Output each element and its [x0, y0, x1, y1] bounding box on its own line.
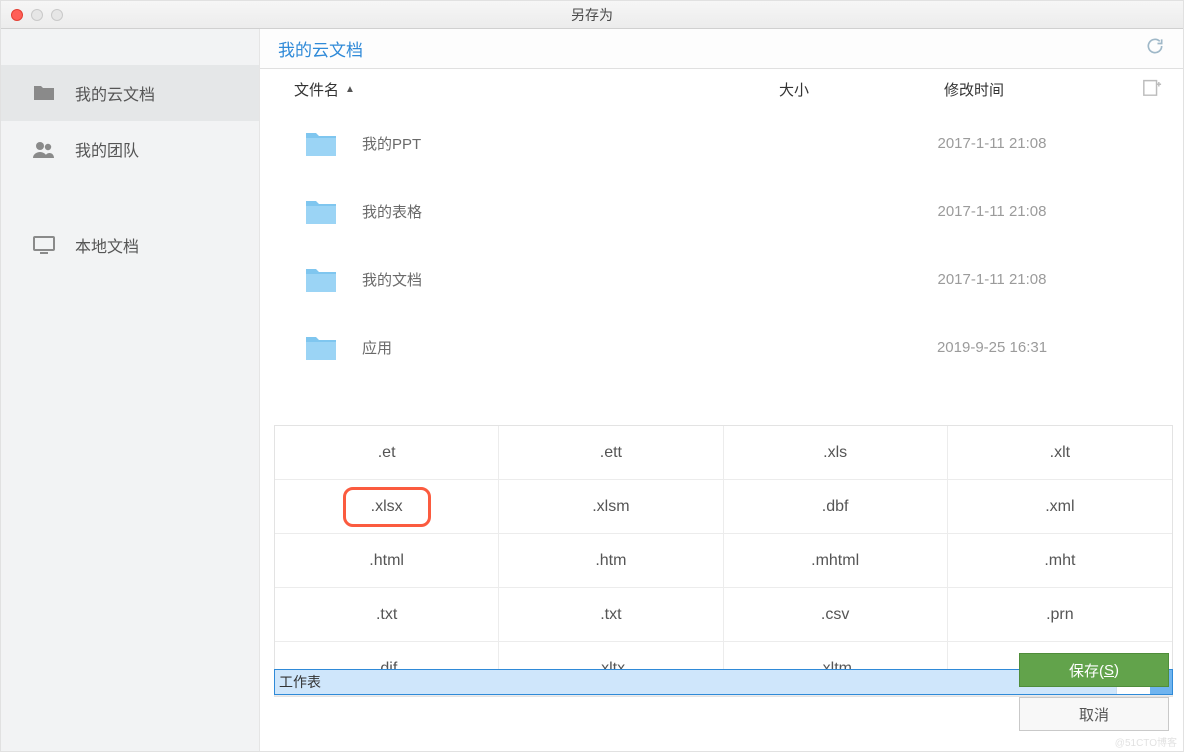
sidebar-item-label: 本地文档 [75, 233, 139, 257]
new-folder-button[interactable] [1141, 77, 1163, 101]
file-type-option[interactable]: .mhtml [724, 534, 948, 588]
save-button[interactable]: 保存(S) [1019, 653, 1169, 687]
file-type-option[interactable]: .ett [499, 426, 723, 480]
refresh-button[interactable] [1145, 36, 1165, 61]
file-name: 我的PPT [362, 133, 742, 154]
file-mtime: 2019-9-25 16:31 [882, 339, 1102, 356]
folder-icon [304, 129, 338, 157]
file-row[interactable]: 应用 2019-9-25 16:31 [260, 313, 1183, 381]
file-type-option[interactable]: .xml [948, 480, 1172, 534]
file-name: 应用 [362, 337, 742, 358]
file-type-option[interactable]: .txt [275, 588, 499, 642]
breadcrumb-bar: 我的云文档 [260, 29, 1183, 69]
column-header-mtime[interactable]: 修改时间 [864, 79, 1084, 100]
file-type-option[interactable]: .htm [499, 534, 723, 588]
file-type-option[interactable]: .csv [724, 588, 948, 642]
file-row[interactable]: 我的表格 2017-1-11 21:08 [260, 177, 1183, 245]
highlight-annotation [343, 487, 431, 527]
team-icon [31, 138, 57, 160]
traffic-lights [11, 9, 63, 21]
file-type-option[interactable]: .dbf [724, 480, 948, 534]
file-type-option[interactable]: .prn [948, 588, 1172, 642]
folder-icon [304, 265, 338, 293]
titlebar: 另存为 [1, 1, 1183, 29]
cancel-button[interactable]: 取消 [1019, 697, 1169, 731]
file-type-option[interactable]: .xlsm [499, 480, 723, 534]
watermark: @51CTO博客 [1115, 734, 1177, 749]
sidebar: 我的云文档 我的团队 本地文档 [1, 29, 260, 751]
sidebar-item-label: 我的云文档 [75, 81, 155, 105]
maximize-window-button[interactable] [51, 9, 63, 21]
column-header-name[interactable]: 文件名 ▲ [294, 79, 724, 100]
file-type-option[interactable]: .txt [499, 588, 723, 642]
file-type-option[interactable]: .xlsx [275, 480, 499, 534]
file-mtime: 2017-1-11 21:08 [882, 203, 1102, 220]
folder-icon [304, 197, 338, 225]
file-mtime: 2017-1-11 21:08 [882, 135, 1102, 152]
column-header-size[interactable]: 大小 [724, 79, 864, 100]
main-panel: 我的云文档 文件名 ▲ 大小 修改时间 [260, 29, 1183, 751]
sidebar-item-cloud-docs[interactable]: 我的云文档 [1, 65, 259, 121]
file-name: 我的表格 [362, 201, 742, 222]
file-row[interactable]: 我的文档 2017-1-11 21:08 [260, 245, 1183, 313]
window-title: 另存为 [1, 5, 1183, 25]
file-name: 我的文档 [362, 269, 742, 290]
dialog-body: 我的云文档 我的团队 本地文档 我的云文档 [1, 29, 1183, 751]
sort-asc-icon: ▲ [345, 84, 355, 95]
breadcrumb-current[interactable]: 我的云文档 [278, 36, 363, 61]
file-type-option[interactable]: .xlt [948, 426, 1172, 480]
sidebar-item-label: 我的团队 [75, 137, 139, 161]
file-list-header: 文件名 ▲ 大小 修改时间 [260, 69, 1183, 109]
file-mtime: 2017-1-11 21:08 [882, 271, 1102, 288]
file-type-option[interactable]: .mht [948, 534, 1172, 588]
file-row[interactable]: 我的PPT 2017-1-11 21:08 [260, 109, 1183, 177]
file-type-option[interactable]: .et [275, 426, 499, 480]
sidebar-item-local-docs[interactable]: 本地文档 [1, 217, 259, 273]
folder-icon [304, 333, 338, 361]
file-type-option[interactable]: .html [275, 534, 499, 588]
save-as-window: 另存为 我的云文档 我的团队 本地文档 [0, 0, 1184, 752]
folder-cloud-icon [31, 82, 57, 104]
close-window-button[interactable] [11, 9, 23, 21]
sidebar-item-my-team[interactable]: 我的团队 [1, 121, 259, 177]
file-type-option[interactable]: .xls [724, 426, 948, 480]
minimize-window-button[interactable] [31, 9, 43, 21]
monitor-icon [31, 234, 57, 256]
action-buttons: 保存(S) 取消 [1019, 653, 1169, 731]
filename-input[interactable] [275, 670, 1116, 694]
